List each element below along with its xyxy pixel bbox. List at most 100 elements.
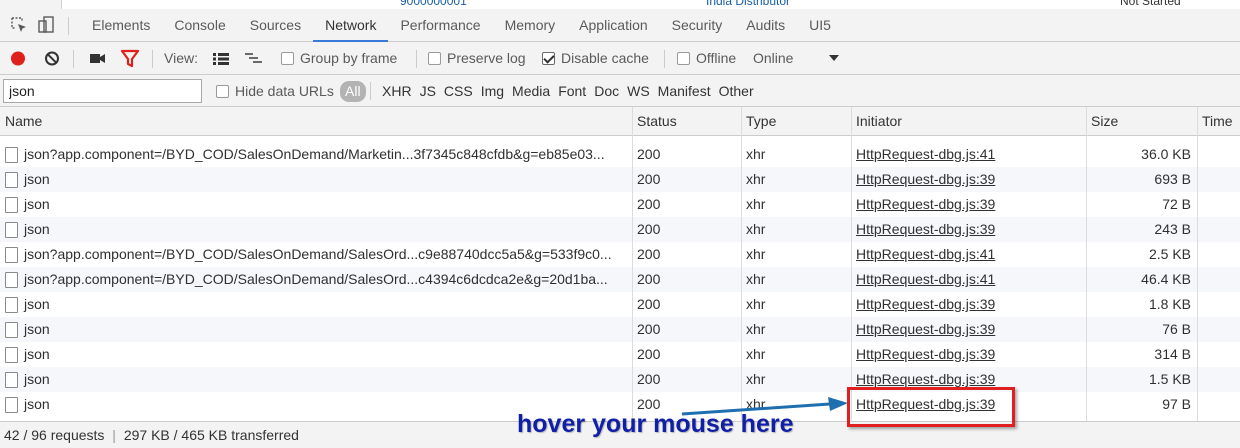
request-name-cell[interactable]: json	[0, 217, 632, 242]
tab-network[interactable]: Network	[313, 9, 389, 42]
column-header-status[interactable]: Status	[632, 107, 741, 136]
checkbox-box[interactable]	[428, 52, 441, 65]
filter-icon[interactable]	[120, 42, 140, 75]
column-divider[interactable]	[1197, 107, 1198, 421]
table-row[interactable]: json 200 xhr HttpRequest-dbg.js:39 314 B	[0, 342, 1240, 367]
checkbox-box[interactable]	[677, 52, 690, 65]
size-cell: 2.5 KB	[1148, 246, 1191, 262]
initiator-link[interactable]: HttpRequest-dbg.js:39	[851, 342, 1086, 367]
tab-sources[interactable]: Sources	[238, 9, 313, 42]
request-name: json	[24, 396, 50, 412]
type-filter-other[interactable]: Other	[715, 75, 758, 107]
group-by-frame-label: Group by frame	[300, 50, 398, 66]
request-name-cell[interactable]: json	[0, 317, 632, 342]
offline-checkbox[interactable]: Offline	[677, 42, 736, 75]
initiator-link[interactable]: HttpRequest-dbg.js:39	[851, 217, 1086, 242]
column-header-size[interactable]: Size	[1086, 107, 1197, 136]
table-row[interactable]: json 200 xhr HttpRequest-dbg.js:39 693 B	[0, 167, 1240, 192]
filter-input[interactable]	[3, 79, 202, 103]
initiator-link[interactable]: HttpRequest-dbg.js:39	[851, 192, 1086, 217]
checkbox-box[interactable]	[281, 52, 294, 65]
throttling-select[interactable]: Online	[753, 42, 793, 75]
checkbox-box[interactable]	[216, 85, 229, 98]
divider	[664, 50, 665, 68]
request-name-cell[interactable]: json	[0, 367, 632, 392]
request-name-cell[interactable]: json?app.component=/BYD_COD/SalesOnDeman…	[0, 267, 632, 292]
type-filter-font[interactable]: Font	[554, 75, 590, 107]
column-divider[interactable]	[741, 107, 742, 421]
initiator-link[interactable]: HttpRequest-dbg.js:41	[851, 142, 1086, 167]
annotation-text: hover your mouse here	[517, 410, 794, 438]
table-row[interactable]: json?app.component=/BYD_COD/SalesOnDeman…	[0, 242, 1240, 267]
group-by-frame-checkbox[interactable]: Group by frame	[281, 42, 397, 75]
request-name-cell[interactable]: json	[0, 192, 632, 217]
preserve-log-checkbox[interactable]: Preserve log	[428, 42, 526, 75]
column-header-type[interactable]: Type	[741, 107, 851, 136]
request-name-cell[interactable]: json	[0, 342, 632, 367]
table-row[interactable]: json?app.component=/BYD_COD/SalesOnDeman…	[0, 142, 1240, 167]
file-icon	[5, 147, 18, 163]
request-name-cell[interactable]: json	[0, 292, 632, 317]
column-header-time[interactable]: Time	[1197, 107, 1240, 136]
inspect-element-icon[interactable]	[10, 16, 28, 34]
request-name-cell[interactable]: json	[0, 167, 632, 192]
type-cell: xhr	[746, 371, 766, 387]
type-filter-js[interactable]: JS	[416, 75, 440, 107]
table-row[interactable]: json 200 xhr HttpRequest-dbg.js:39 1.8 K…	[0, 292, 1240, 317]
initiator-link[interactable]: HttpRequest-dbg.js:41	[851, 267, 1086, 292]
table-row[interactable]: json?app.component=/BYD_COD/SalesOnDeman…	[0, 267, 1240, 292]
column-header-initiator[interactable]: Initiator	[851, 107, 1086, 136]
hide-data-urls-checkbox[interactable]: Hide data URLs	[216, 75, 334, 107]
table-row[interactable]: json 200 xhr HttpRequest-dbg.js:39 243 B	[0, 217, 1240, 242]
disable-cache-checkbox[interactable]: Disable cache	[542, 42, 649, 75]
device-toolbar-icon[interactable]	[37, 16, 55, 34]
status-cell: 200	[637, 271, 661, 287]
column-header-name[interactable]: Name	[0, 107, 632, 136]
tab-console[interactable]: Console	[162, 9, 237, 42]
initiator-link[interactable]: HttpRequest-dbg.js:39	[851, 317, 1086, 342]
tab-ui5[interactable]: UI5	[797, 9, 843, 42]
initiator-link[interactable]: HttpRequest-dbg.js:39	[851, 167, 1086, 192]
initiator-link[interactable]: HttpRequest-dbg.js:39	[851, 292, 1086, 317]
type-filter-img[interactable]: Img	[477, 75, 508, 107]
type-filter-media[interactable]: Media	[508, 75, 554, 107]
request-name: json	[24, 196, 50, 212]
table-row[interactable]: json 200 xhr HttpRequest-dbg.js:39 1.5 K…	[0, 367, 1240, 392]
type-filter-css[interactable]: CSS	[440, 75, 477, 107]
tab-performance[interactable]: Performance	[388, 9, 492, 42]
checkbox-checked[interactable]	[542, 52, 555, 65]
record-icon[interactable]	[10, 42, 26, 75]
offline-label: Offline	[696, 50, 737, 66]
type-filter-manifest[interactable]: Manifest	[654, 75, 715, 107]
size-cell: 1.8 KB	[1148, 296, 1191, 312]
column-divider[interactable]	[851, 107, 852, 421]
type-filter-ws[interactable]: WS	[623, 75, 654, 107]
type-filter-all[interactable]: All	[340, 81, 366, 102]
large-request-rows-icon[interactable]	[212, 42, 230, 75]
request-name-cell[interactable]: json?app.component=/BYD_COD/SalesOnDeman…	[0, 142, 632, 167]
table-row[interactable]: json 200 xhr HttpRequest-dbg.js:39 72 B	[0, 192, 1240, 217]
tab-elements[interactable]: Elements	[80, 9, 162, 42]
type-filter-xhr[interactable]: XHR	[378, 75, 416, 107]
tab-security[interactable]: Security	[660, 9, 735, 42]
capture-screenshots-icon[interactable]	[88, 42, 108, 75]
clear-icon[interactable]	[44, 42, 60, 75]
type-filter-doc[interactable]: Doc	[590, 75, 623, 107]
tab-memory[interactable]: Memory	[493, 9, 568, 42]
column-divider[interactable]	[632, 107, 633, 421]
initiator-link[interactable]: HttpRequest-dbg.js:41	[851, 242, 1086, 267]
column-divider[interactable]	[1086, 107, 1087, 421]
status-summary: 42 / 96 requests | 297 KB / 465 KB trans…	[4, 422, 299, 448]
requests-table-body: json?app.component=/BYD_COD/SalesOnDeman…	[0, 136, 1240, 421]
overview-waterfall-icon[interactable]	[244, 42, 264, 75]
request-name-cell[interactable]: json?app.component=/BYD_COD/SalesOnDeman…	[0, 242, 632, 267]
tab-application[interactable]: Application	[567, 9, 660, 42]
dropdown-arrow-icon[interactable]	[828, 42, 840, 75]
size-cell: 314 B	[1154, 346, 1191, 362]
divider	[370, 82, 371, 100]
filter-bar: Hide data URLs All XHR JS CSS Img Media …	[0, 75, 1240, 107]
tab-audits[interactable]: Audits	[734, 9, 797, 42]
type-cell: xhr	[746, 246, 766, 262]
table-row[interactable]: json 200 xhr HttpRequest-dbg.js:39 76 B	[0, 317, 1240, 342]
file-icon	[5, 222, 18, 238]
